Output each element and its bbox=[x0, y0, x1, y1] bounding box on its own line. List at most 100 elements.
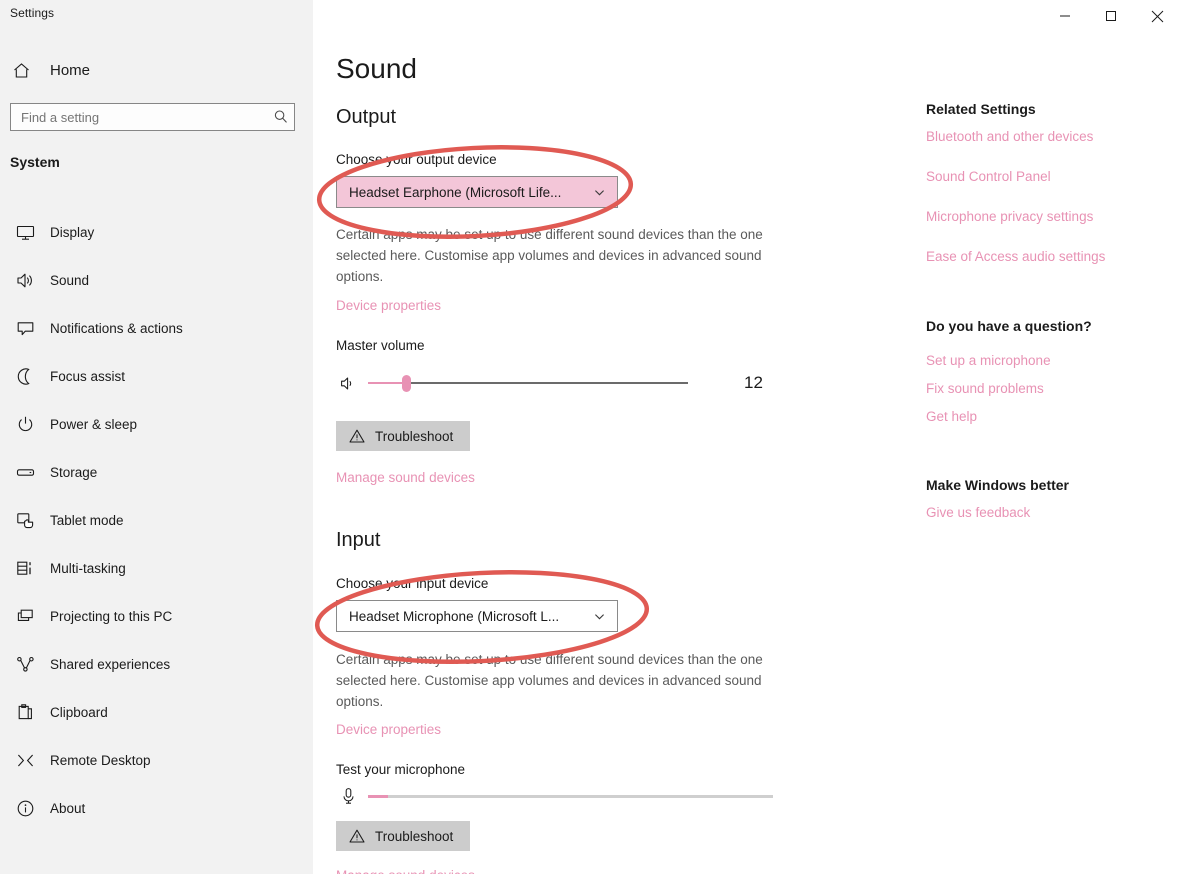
drive-icon bbox=[12, 459, 38, 485]
sidebar-item-label: Projecting to this PC bbox=[50, 608, 173, 624]
moon-icon bbox=[12, 363, 38, 389]
sidebar-item-label: Focus assist bbox=[50, 368, 126, 384]
close-button[interactable] bbox=[1134, 0, 1180, 32]
output-description: Certain apps may be set up to use differ… bbox=[336, 227, 763, 284]
input-troubleshoot-button[interactable]: Troubleshoot bbox=[336, 821, 471, 851]
power-icon bbox=[12, 411, 38, 437]
input-troubleshoot-label: Troubleshoot bbox=[375, 828, 454, 844]
warning-triangle-icon bbox=[349, 828, 365, 844]
sidebar-item-power-sleep[interactable]: Power & sleep bbox=[0, 400, 313, 448]
search-box[interactable] bbox=[10, 103, 295, 131]
remote-desktop-icon bbox=[12, 747, 38, 773]
sidebar-item-remote-desktop[interactable]: Remote Desktop bbox=[0, 736, 313, 784]
sidebar-group-title: System bbox=[10, 154, 60, 170]
test-your-microphone-label: Test your microphone bbox=[336, 762, 466, 777]
main-content: Sound Output Choose your output device H… bbox=[336, 0, 856, 874]
sidebar-item-display[interactable]: Display bbox=[0, 208, 313, 256]
sidebar-home-label: Home bbox=[50, 61, 91, 79]
sidebar-item-clipboard[interactable]: Clipboard bbox=[0, 688, 313, 736]
warning-triangle-icon bbox=[349, 428, 365, 444]
feedback-heading: Make Windows better bbox=[926, 477, 1070, 493]
speaker-icon bbox=[12, 267, 38, 293]
input-description: Certain apps may be set up to use differ… bbox=[336, 652, 763, 709]
window-title: Settings bbox=[10, 6, 55, 20]
monitor-icon bbox=[12, 219, 38, 245]
link-bluetooth-and-other-devices[interactable]: Bluetooth and other devices bbox=[926, 129, 1093, 144]
search-icon[interactable] bbox=[268, 109, 294, 125]
minimize-button[interactable] bbox=[1042, 0, 1088, 32]
home-icon bbox=[12, 61, 38, 80]
output-device-properties-link[interactable]: Device properties bbox=[336, 298, 441, 313]
sidebar-item-label: Remote Desktop bbox=[50, 752, 151, 768]
sidebar-item-label: Notifications & actions bbox=[50, 320, 183, 336]
sidebar-item-label: About bbox=[50, 800, 86, 816]
sidebar-item-notifications-actions[interactable]: Notifications & actions bbox=[0, 304, 313, 352]
clipboard-icon bbox=[12, 699, 38, 725]
sidebar-item-label: Storage bbox=[50, 464, 98, 480]
link-ease-of-access-audio-settings[interactable]: Ease of Access audio settings bbox=[926, 249, 1105, 264]
input-section-heading: Input bbox=[336, 529, 381, 551]
related-settings-heading: Related Settings bbox=[926, 101, 1036, 117]
window-controls bbox=[1042, 0, 1180, 32]
output-manage-sound-devices-link[interactable]: Manage sound devices bbox=[336, 470, 475, 485]
sidebar-item-label: Display bbox=[50, 224, 95, 240]
sidebar-item-multi-tasking[interactable]: Multi-tasking bbox=[0, 544, 313, 592]
output-device-dropdown[interactable]: Headset Earphone (Microsoft Life... bbox=[336, 176, 618, 208]
multitask-icon bbox=[12, 555, 38, 581]
input-device-dropdown[interactable]: Headset Microphone (Microsoft L... bbox=[336, 600, 618, 632]
info-icon bbox=[12, 795, 38, 821]
sidebar-item-label: Multi-tasking bbox=[50, 560, 126, 576]
link-set-up-a-microphone[interactable]: Set up a microphone bbox=[926, 353, 1051, 368]
link-get-help[interactable]: Get help bbox=[926, 409, 977, 424]
output-troubleshoot-label: Troubleshoot bbox=[375, 428, 454, 444]
slider-thumb[interactable] bbox=[402, 375, 412, 392]
link-sound-control-panel[interactable]: Sound Control Panel bbox=[926, 169, 1051, 184]
question-heading: Do you have a question? bbox=[926, 318, 1092, 334]
master-volume-value: 12 bbox=[744, 373, 763, 392]
project-screen-icon bbox=[12, 603, 38, 629]
link-microphone-privacy-settings[interactable]: Microphone privacy settings bbox=[926, 209, 1093, 224]
input-device-properties-link[interactable]: Device properties bbox=[336, 722, 441, 737]
microphone-level-meter bbox=[368, 792, 773, 800]
sidebar: Home System Displ bbox=[0, 0, 313, 874]
chevron-down-icon[interactable] bbox=[589, 186, 609, 199]
mic-meter-track bbox=[368, 795, 773, 798]
sidebar-item-about[interactable]: About bbox=[0, 784, 313, 832]
sidebar-item-focus-assist[interactable]: Focus assist bbox=[0, 352, 313, 400]
link-fix-sound-problems[interactable]: Fix sound problems bbox=[926, 381, 1044, 396]
sidebar-item-projecting-to-this-pc[interactable]: Projecting to this PC bbox=[0, 592, 313, 640]
sidebar-nav-list: Display Sound Notifications & actions Fo… bbox=[0, 208, 313, 832]
sidebar-item-label: Clipboard bbox=[50, 704, 108, 720]
share-nodes-icon bbox=[12, 651, 38, 677]
maximize-button[interactable] bbox=[1088, 0, 1134, 32]
search-input[interactable] bbox=[11, 109, 268, 125]
link-give-us-feedback[interactable]: Give us feedback bbox=[926, 505, 1030, 520]
page-title: Sound bbox=[336, 53, 417, 84]
sidebar-item-shared-experiences[interactable]: Shared experiences bbox=[0, 640, 313, 688]
microphone-test-row bbox=[336, 787, 773, 805]
slider-fill bbox=[368, 382, 407, 384]
master-volume-slider[interactable] bbox=[368, 374, 688, 392]
mic-meter-fill bbox=[368, 795, 389, 798]
sidebar-item-storage[interactable]: Storage bbox=[0, 448, 313, 496]
choose-output-device-label: Choose your output device bbox=[336, 152, 497, 167]
title-bar: Settings bbox=[0, 0, 1180, 32]
master-volume-slider-row: 12 bbox=[336, 373, 763, 393]
sidebar-item-tablet-mode[interactable]: Tablet mode bbox=[0, 496, 313, 544]
output-device-value: Headset Earphone (Microsoft Life... bbox=[349, 184, 562, 200]
chevron-down-icon[interactable] bbox=[589, 610, 609, 623]
slider-track bbox=[368, 382, 688, 384]
tablet-hand-icon bbox=[12, 507, 38, 533]
output-troubleshoot-button[interactable]: Troubleshoot bbox=[336, 421, 471, 451]
sidebar-item-label: Sound bbox=[50, 272, 90, 288]
input-device-value: Headset Microphone (Microsoft L... bbox=[349, 608, 560, 624]
microphone-icon bbox=[336, 787, 360, 805]
master-volume-label: Master volume bbox=[336, 338, 425, 353]
sidebar-item-sound[interactable]: Sound bbox=[0, 256, 313, 304]
speaker-volume-icon[interactable] bbox=[336, 375, 360, 392]
input-manage-sound-devices-link[interactable]: Manage sound devices bbox=[336, 868, 475, 874]
sidebar-item-label: Tablet mode bbox=[50, 512, 124, 528]
chat-bubble-icon bbox=[12, 315, 38, 341]
sidebar-item-home[interactable]: Home bbox=[0, 55, 313, 85]
sidebar-item-label: Power & sleep bbox=[50, 416, 138, 432]
